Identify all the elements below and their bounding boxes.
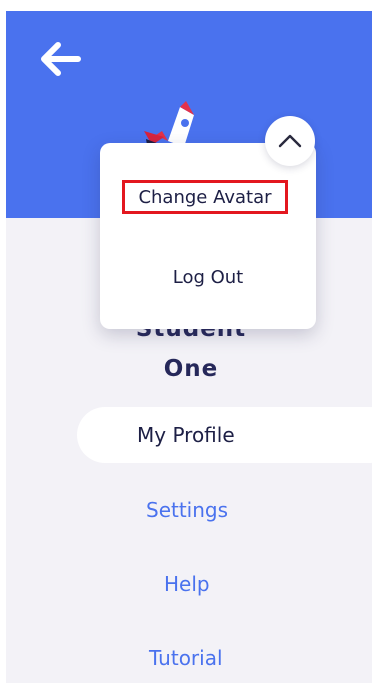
nav-item-my-profile[interactable]: My Profile	[137, 421, 235, 449]
arrow-left-icon	[41, 42, 81, 76]
chevron-up-icon	[278, 134, 302, 148]
nav-item-settings[interactable]: Settings	[146, 496, 228, 524]
log-out-menu-item[interactable]: Log Out	[100, 263, 316, 293]
back-button[interactable]	[36, 39, 84, 79]
account-dropdown-menu: Change Avatar Log Out	[100, 143, 316, 329]
nav-item-tutorial[interactable]: Tutorial	[149, 644, 223, 672]
dropdown-toggle-button[interactable]	[265, 116, 315, 166]
nav-item-help[interactable]: Help	[164, 570, 210, 598]
change-avatar-menu-item[interactable]: Change Avatar	[122, 180, 288, 214]
app-screen: Student One My Profile Settings Help Tut…	[6, 11, 372, 683]
